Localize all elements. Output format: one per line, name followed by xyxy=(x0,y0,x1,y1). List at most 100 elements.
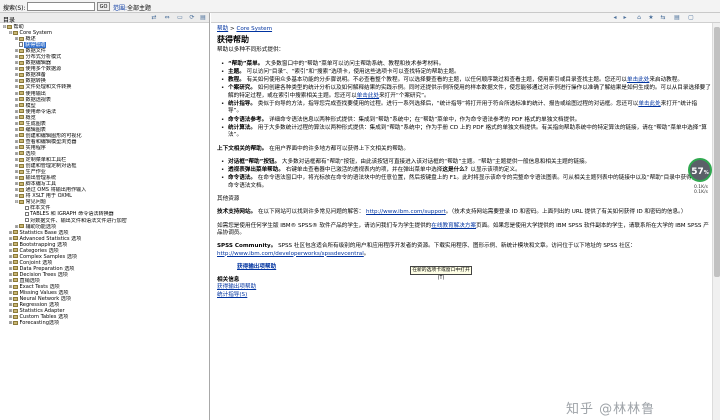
link-icon[interactable]: ⇔ xyxy=(163,14,171,21)
book-icon xyxy=(13,248,18,253)
scope-label[interactable]: 范围: xyxy=(113,3,127,12)
related-link-coach[interactable]: 统计指导(S) xyxy=(217,292,247,298)
book-icon xyxy=(19,199,24,204)
related-link-output[interactable]: 获得输出项帮助 xyxy=(217,284,256,290)
scope-value[interactable]: 全部主题 xyxy=(127,3,151,12)
book-icon xyxy=(13,296,18,301)
scroll-thumb[interactable] xyxy=(714,27,720,277)
book-icon xyxy=(13,272,18,277)
home-icon[interactable]: ⌂ xyxy=(635,14,643,21)
tooltip: 在新的选项卡或窗口中打开(T) xyxy=(410,266,472,281)
article: 帮助 > Core System 获得帮助 帮助以多种不同形式提供： “帮助”菜… xyxy=(217,26,711,299)
click-here-link[interactable]: 单击此处 xyxy=(357,93,379,99)
book-icon xyxy=(13,260,18,265)
training-text: 如需您是使用任何学生版 IBM® SPSS® 软件产品的学生，请访问我们专为学生… xyxy=(217,222,709,236)
book-icon xyxy=(13,302,18,307)
community-url-link[interactable]: http://www.ibm.com/developerworks/spssde… xyxy=(217,251,364,257)
collapse-icon[interactable]: ▭ xyxy=(176,14,184,21)
print-icon[interactable]: ▤ xyxy=(199,14,207,21)
page-icon xyxy=(25,205,29,211)
book-icon xyxy=(13,242,18,247)
page-icon xyxy=(25,211,29,217)
bullet-item: “帮助”菜单。 大多数窗口中的“帮助”菜单可以访问主帮助系统、教程和技术参考材料… xyxy=(217,61,711,69)
book-icon xyxy=(19,103,24,108)
breadcrumb-help[interactable]: 帮助 xyxy=(217,26,228,32)
book-icon xyxy=(19,54,24,59)
book-icon xyxy=(13,230,18,235)
forward-arrow-icon[interactable]: ▸ xyxy=(621,14,629,21)
book-icon xyxy=(19,145,24,150)
book-icon xyxy=(13,30,18,35)
toc-item[interactable]: ⊞ Forecasting选项 xyxy=(0,320,209,326)
back-icon[interactable]: ⇄ xyxy=(150,14,158,21)
page-icon xyxy=(25,217,29,223)
rate-readout: 0.1K/s 0.1K/s xyxy=(694,185,708,195)
book-icon xyxy=(19,181,24,186)
book-icon xyxy=(19,127,24,132)
output-help-link[interactable]: 获得输出项帮助 xyxy=(237,264,276,270)
context-help: 上下文相关的帮助。 在用户界面中的许多地方都可以获得上下文相关的帮助。 xyxy=(217,145,409,152)
toc-header: 目录 ⇄ ⇔ ▭ ⟳ ▤ xyxy=(0,13,209,24)
book-icon xyxy=(19,91,24,96)
book-icon xyxy=(19,60,24,65)
content-toolbar: ◂ ▸ ⌂ ★ ⇆ ▤ ▢ xyxy=(211,13,720,23)
search-label: 搜索(S): xyxy=(3,5,26,12)
maximize-icon[interactable]: ▢ xyxy=(687,14,695,21)
toc-item-label: Forecasting选项 xyxy=(19,320,60,327)
print-page-icon[interactable]: ▤ xyxy=(673,14,681,21)
book-icon xyxy=(13,320,18,325)
book-icon xyxy=(13,278,18,283)
book-icon xyxy=(13,266,18,271)
support-url-link[interactable]: http://www.ibm.com/support xyxy=(366,209,446,215)
book-icon xyxy=(19,151,24,156)
other-resources-heading: 其他资源 xyxy=(217,196,240,203)
book-icon xyxy=(19,163,24,168)
search-bar: 搜索(S): GO 范围: 全部主题 xyxy=(0,0,720,13)
tech-support: 技术支持网站。 在以下网站可以找到许多常见问题的解答： http://www.i… xyxy=(217,209,687,216)
watermark: 知乎 @林林鲁 xyxy=(566,402,656,417)
book-icon xyxy=(19,139,24,144)
bullet-item: 教程。 有关如何使用众多基本功能的分步骤说明。不必查看整个教程。可以选择要查看的… xyxy=(217,77,711,85)
sync-toc-icon[interactable]: ⇆ xyxy=(659,14,667,21)
bullet-item: 对话框“帮助”按钮。 大多数对话框都有“帮助”按钮，由此该按钮可直接进入该对话框… xyxy=(217,159,711,167)
book-icon xyxy=(19,157,24,162)
bullet-item: 个案研究。 如何创建各种类型的统计分析以及如何解释结果的实践示例。同时还提供示例… xyxy=(217,85,711,100)
book-icon xyxy=(13,284,18,289)
book-icon xyxy=(19,115,24,120)
book-icon xyxy=(19,193,24,198)
click-here-link[interactable]: 单击此处 xyxy=(627,77,649,83)
training-link[interactable]: 在线教育解决方案 xyxy=(431,223,476,229)
book-icon xyxy=(13,290,18,295)
content-scrollbar[interactable] xyxy=(712,23,720,420)
go-button[interactable]: GO xyxy=(97,2,110,11)
context-list: 对话框“帮助”按钮。 大多数对话框都有“帮助”按钮，由此该按钮可直接进入该对话框… xyxy=(217,159,711,190)
book-icon xyxy=(19,133,24,138)
book-icon xyxy=(19,36,24,41)
book-icon xyxy=(19,78,24,83)
page-title: 获得帮助 xyxy=(217,35,249,45)
book-icon xyxy=(19,72,24,77)
book-icon xyxy=(19,66,24,71)
toc-title: 目录 xyxy=(3,17,16,24)
book-icon xyxy=(19,224,24,229)
book-icon xyxy=(19,169,24,174)
toc-panel: 目录 ⇄ ⇔ ▭ ⟳ ▤ ⊟ 帮助 ⊟ Core System ⊞ 概述 获得帮助 ⊞ 数据文件… xyxy=(0,13,210,420)
intro-text: 帮助以多种不同形式提供： xyxy=(217,47,285,54)
book-icon xyxy=(19,187,24,192)
help-forms-list: “帮助”菜单。 大多数窗口中的“帮助”菜单可以访问主帮助系统、教程和技术参考材料… xyxy=(217,61,711,140)
back-arrow-icon[interactable]: ◂ xyxy=(611,14,619,21)
bullet-item: 命令语法。 在命令语法窗口中，将光标放在命令的语法块中的任意位置，然后按键盘上的… xyxy=(217,175,711,190)
book-icon xyxy=(7,24,12,29)
bookmark-icon[interactable]: ★ xyxy=(647,14,655,21)
toc-tree: ⊟ 帮助 ⊟ Core System ⊞ 概述 获得帮助 ⊞ 数据文件 ⊞ 分布式分析模式 ⊞ 数据编辑… xyxy=(0,23,209,326)
sync-icon[interactable]: ⟳ xyxy=(188,14,196,21)
breadcrumb: 帮助 > Core System xyxy=(217,26,273,32)
breadcrumb-core[interactable]: Core System xyxy=(236,26,272,32)
search-input[interactable] xyxy=(27,2,95,11)
bullet-item: 统计算法。 用于大多数统计过程的算法以两种形式提供：集成到“帮助”系统中；作为手… xyxy=(217,125,711,140)
bullet-item: 透视表弹出菜单帮助。 右键单击查看器中已激活的透视表内的项，并在弹出菜单中选择这… xyxy=(217,167,711,175)
book-icon xyxy=(13,314,18,319)
click-here-link[interactable]: 单击此处 xyxy=(638,101,660,107)
bullet-item: 统计指导。 类似于向导的方法，指导您完成查找要使用的过程。进行一系列选择后，“统… xyxy=(217,101,711,116)
bullet-item: 主题。 可以访问“目录”、“索引”和“搜索”选项卡，使用这些选项卡可以查找特定的… xyxy=(217,69,711,77)
